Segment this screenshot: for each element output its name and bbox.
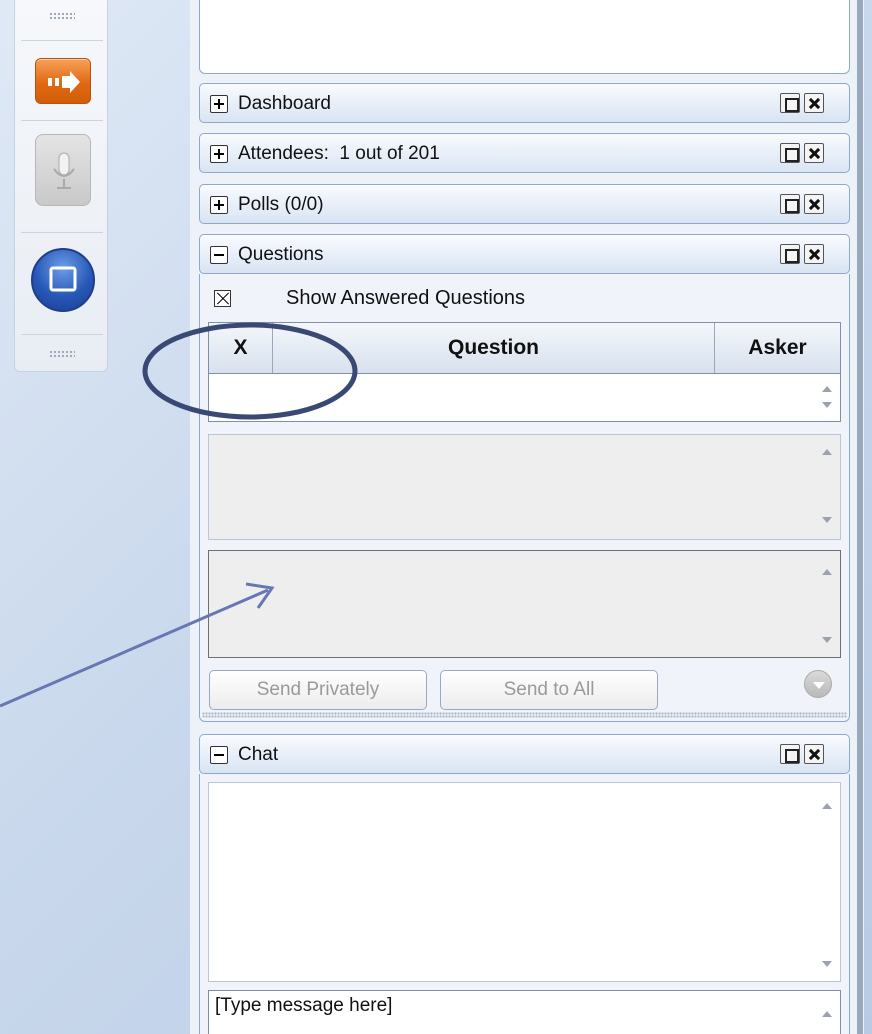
detach-icon[interactable] — [780, 93, 800, 113]
close-icon[interactable] — [804, 194, 824, 214]
answer-scrollbar[interactable] — [816, 551, 840, 657]
chat-header[interactable]: Chat — [199, 734, 850, 774]
dashboard-title: Dashboard — [238, 93, 331, 114]
chat-message-input[interactable]: [Type message here] — [208, 990, 841, 1034]
questions-header[interactable]: Questions — [199, 234, 850, 274]
panel-scroll-edge[interactable] — [857, 0, 863, 1034]
toolbar-divider — [21, 120, 103, 121]
scroll-down-icon[interactable] — [822, 961, 832, 967]
expand-icon[interactable] — [210, 196, 228, 214]
scroll-up-icon[interactable] — [822, 386, 832, 392]
scroll-up-icon[interactable] — [822, 1011, 832, 1017]
answer-textarea[interactable] — [208, 550, 841, 658]
column-header-question[interactable]: Question — [273, 323, 715, 373]
toolbar-divider — [21, 334, 103, 335]
close-icon[interactable] — [804, 744, 824, 764]
close-icon[interactable] — [804, 93, 824, 113]
attendees-header[interactable]: Attendees: 1 out of 201 — [199, 133, 850, 173]
chat-title: Chat — [238, 744, 279, 765]
toolbar-grip-bottom[interactable] — [49, 350, 75, 358]
close-icon[interactable] — [804, 143, 824, 163]
questions-table-header: X Question Asker — [208, 322, 841, 374]
detach-icon[interactable] — [780, 143, 800, 163]
toolbar-grip-top[interactable] — [49, 12, 75, 20]
microphone-icon — [53, 152, 75, 189]
show-hide-arrow-button[interactable] — [35, 58, 91, 104]
question-detail-box[interactable] — [208, 434, 841, 540]
questions-table-body[interactable] — [208, 374, 841, 422]
scroll-up-icon[interactable] — [822, 569, 832, 575]
chat-log-scrollbar[interactable] — [816, 783, 840, 981]
dashboard-header[interactable]: Dashboard — [199, 83, 850, 123]
chat-log[interactable] — [208, 782, 841, 982]
screen-share-button[interactable] — [31, 248, 95, 312]
column-header-x[interactable]: X — [209, 323, 273, 373]
toolbar-divider — [21, 40, 103, 41]
detach-icon[interactable] — [780, 244, 800, 264]
left-toolbar — [14, 0, 108, 372]
toolbar-divider — [21, 232, 103, 233]
collapse-icon[interactable] — [210, 746, 228, 764]
detach-icon[interactable] — [780, 744, 800, 764]
collapse-icon[interactable] — [210, 246, 228, 264]
resize-grip[interactable] — [202, 712, 847, 718]
send-to-all-button[interactable]: Send to All — [440, 670, 658, 710]
send-options-dropdown[interactable] — [804, 670, 832, 698]
scroll-down-icon[interactable] — [822, 517, 832, 523]
chat-input-text: [Type message here] — [215, 995, 393, 1016]
arrow-right-icon — [48, 71, 80, 93]
polls-header[interactable]: Polls (0/0) — [199, 184, 850, 224]
scroll-down-icon[interactable] — [822, 637, 832, 643]
scroll-up-icon[interactable] — [822, 803, 832, 809]
scroll-down-icon[interactable] — [822, 402, 832, 408]
scroll-up-icon[interactable] — [822, 449, 832, 455]
show-answered-label: Show Answered Questions — [286, 287, 526, 309]
expand-icon[interactable] — [210, 95, 228, 113]
top-content-box — [199, 0, 850, 74]
questions-title: Questions — [238, 244, 324, 265]
column-header-asker[interactable]: Asker — [715, 323, 840, 373]
chat-input-scrollbar[interactable] — [816, 991, 840, 1034]
send-privately-button[interactable]: Send Privately — [209, 670, 427, 710]
expand-icon[interactable] — [210, 145, 228, 163]
square-stop-icon — [49, 266, 77, 292]
show-answered-checkbox[interactable] — [214, 290, 231, 307]
questions-table-scrollbar[interactable] — [816, 374, 840, 421]
microphone-button[interactable] — [35, 134, 91, 206]
attendees-title: Attendees: 1 out of 201 — [238, 143, 440, 164]
question-detail-scrollbar[interactable] — [816, 435, 840, 539]
detach-icon[interactable] — [780, 194, 800, 214]
close-icon[interactable] — [804, 244, 824, 264]
polls-title: Polls (0/0) — [238, 194, 324, 215]
